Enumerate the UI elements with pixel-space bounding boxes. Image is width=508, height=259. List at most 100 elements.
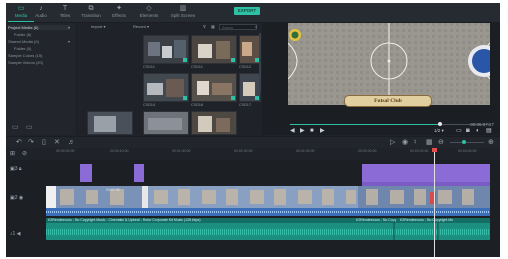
ruler-tick: 00:00:00:00 — [56, 149, 75, 153]
chevron-down-icon[interactable]: ▾ — [68, 25, 70, 30]
media-clip-thumbnail[interactable] — [143, 73, 189, 102]
split-screen-icon: ▥ — [179, 5, 187, 12]
sidebar-item-shared-folder[interactable]: Folder (0) — [14, 46, 31, 51]
media-clip-name: CS012 — [239, 64, 252, 69]
zoom-slider-handle[interactable] — [462, 140, 466, 144]
zoom-slider[interactable] — [450, 140, 484, 144]
step-back-icon[interactable]: ◀ — [290, 128, 295, 134]
add-track-icon[interactable]: ⊞ — [10, 150, 15, 159]
video-clip-label: 00:07:35 — [106, 188, 120, 192]
zoom-out-icon[interactable]: ⊖ — [438, 138, 444, 147]
media-clip-thumbnail[interactable] — [143, 111, 189, 135]
media-clip-thumbnail[interactable] — [191, 73, 237, 102]
timeline-ruler[interactable]: ⊞ ⊘ 00:00:00:00 00:00:10:00 00:01:40:00 … — [6, 148, 500, 160]
mixer-icon[interactable]: ▦ — [426, 138, 433, 147]
elements-icon: ◇ — [146, 5, 152, 12]
stop-icon[interactable]: ■ — [310, 128, 314, 134]
timecode-display: 00:05:07:27 — [470, 122, 494, 127]
media-clip-name: CS017 — [239, 102, 252, 107]
tab-effects[interactable]: ✦ Effects — [106, 5, 132, 21]
media-clip-thumbnail[interactable] — [191, 111, 237, 135]
audio-clip-label: K2Rendezvous - No Copyright Mu — [356, 218, 396, 222]
sidebar-item-sample-videos[interactable]: Sample Videos (20) — [8, 60, 43, 65]
tab-transition[interactable]: ⧉ Transition — [78, 5, 104, 21]
media-clip-thumbnail[interactable] — [239, 73, 261, 102]
tab-audio[interactable]: ♪ Audio — [28, 5, 54, 21]
cut-icon[interactable]: ✕ — [54, 138, 60, 147]
grid-view-icon[interactable]: ▦ — [211, 24, 215, 30]
search-icon[interactable]: ⌕ — [255, 24, 257, 30]
zoom-in-icon[interactable]: ⊕ — [488, 138, 494, 147]
import-dropdown[interactable]: Import ▾ — [91, 24, 105, 30]
clip-thumbnail-image — [88, 112, 132, 134]
marker-icon[interactable]: ◉ — [402, 138, 408, 147]
play-icon[interactable]: ▶ — [300, 128, 305, 134]
link-icon[interactable]: ⊘ — [22, 150, 27, 159]
chevron-down-icon[interactable]: ▾ — [68, 39, 70, 44]
sidebar-item-project-media[interactable]: Project Media (6) — [8, 25, 70, 30]
lock-icon[interactable]: 🔒︎ — [19, 166, 22, 172]
ruler-tick: 00:02:30:00 — [296, 149, 315, 153]
text-icon: T — [62, 5, 68, 12]
ruler-tick: 00:02:00:00 — [234, 149, 253, 153]
media-filter-bar: Import ▾ Record ▾ ⊽ ▦ Search ⌕ — [77, 23, 261, 32]
video-caption-text: Futsal Club — [374, 98, 402, 104]
open-folder-icon[interactable]: ▭ — [26, 123, 33, 131]
search-input[interactable]: Search — [219, 24, 257, 30]
transition-icon: ⧉ — [88, 5, 94, 12]
media-clip-name: CS011 — [143, 64, 155, 69]
audio-mixer-icon[interactable]: ♬ — [68, 138, 75, 147]
playhead-handle[interactable] — [432, 148, 437, 152]
filter-icon[interactable]: ⊽ — [203, 24, 206, 30]
new-folder-icon[interactable]: ▭ — [12, 123, 19, 131]
sidebar-item-sample-colors[interactable]: Sample Colors (15) — [8, 53, 42, 58]
video-editor-window: ▭ Media ♪ Audio T Titles ⧉ Transition ✦ … — [6, 3, 500, 257]
media-clip-thumbnail[interactable] — [239, 35, 261, 64]
media-scrollbar[interactable] — [259, 33, 261, 93]
clip-thumbnail-image — [192, 112, 236, 134]
timeline-tracks: ▣3 🔒︎ ▣2 ◉ ♪1 ◀ 00:07:35 K2Rendezvous - … — [6, 160, 500, 257]
futsal-court-frame — [288, 23, 490, 122]
speaker-icon[interactable]: ◀ — [17, 231, 21, 237]
settings-icon[interactable]: ▤ — [486, 128, 492, 134]
voiceover-icon[interactable]: ♮ — [414, 138, 417, 147]
snapshot-icon[interactable]: ◙ — [466, 128, 470, 134]
video-track-3-clip[interactable] — [134, 164, 144, 182]
video-preview: Futsal Club — [288, 23, 490, 122]
tab-split-screen[interactable]: ▥ Split Screen — [168, 5, 198, 21]
audio-clip-label: K2Rendezvous - No Copyright Mu — [400, 218, 454, 222]
video-track-3-clip[interactable] — [80, 164, 92, 182]
video-track-3-clip[interactable] — [362, 164, 490, 182]
track-header-3: ▣3 🔒︎ — [10, 166, 22, 172]
volume-icon[interactable]: ◐ — [476, 128, 480, 134]
tab-elements[interactable]: ◇ Elements — [136, 5, 162, 21]
sidebar-item-shared-media[interactable]: Shared Media (0) — [8, 39, 39, 44]
tab-titles[interactable]: T Titles — [52, 5, 78, 21]
record-dropdown[interactable]: Record ▾ — [133, 24, 149, 30]
media-clip-thumbnail[interactable] — [87, 111, 133, 135]
track-header-2: ▣2 ◉ — [10, 195, 24, 201]
ruler-tick: 00:03:00:00 — [358, 149, 377, 153]
export-button[interactable]: EXPORT — [234, 7, 260, 15]
timeline-playhead[interactable] — [434, 148, 435, 257]
step-forward-icon[interactable]: ▶ — [320, 128, 325, 134]
ruler-tick: 00:03:20:00 — [410, 149, 429, 153]
clip-thumbnail-image — [192, 36, 236, 63]
music-icon: ♪ — [39, 5, 43, 12]
render-icon[interactable]: ▷ — [390, 138, 395, 147]
fullscreen-icon[interactable]: ▭ — [456, 128, 462, 134]
clip-thumbnail-image — [240, 74, 260, 101]
redo-icon[interactable]: ↷ — [28, 138, 34, 147]
media-clip-thumbnail[interactable] — [191, 35, 237, 64]
media-clip-name: CS011 — [191, 64, 203, 69]
undo-icon[interactable]: ↶ — [16, 138, 22, 147]
media-clip-thumbnail[interactable] — [143, 35, 189, 64]
ruler-tick: 00:00:10:00 — [110, 149, 129, 153]
delete-icon[interactable]: ▯ — [42, 138, 46, 147]
ratio-select[interactable]: 1/2 ▾ — [434, 128, 444, 134]
sidebar-item-folder[interactable]: Folder (6) — [14, 32, 31, 37]
seek-handle[interactable] — [438, 122, 442, 126]
eye-icon[interactable]: ◉ — [19, 195, 23, 201]
clip-thumbnail-image — [240, 36, 260, 63]
seek-bar[interactable] — [290, 122, 490, 126]
